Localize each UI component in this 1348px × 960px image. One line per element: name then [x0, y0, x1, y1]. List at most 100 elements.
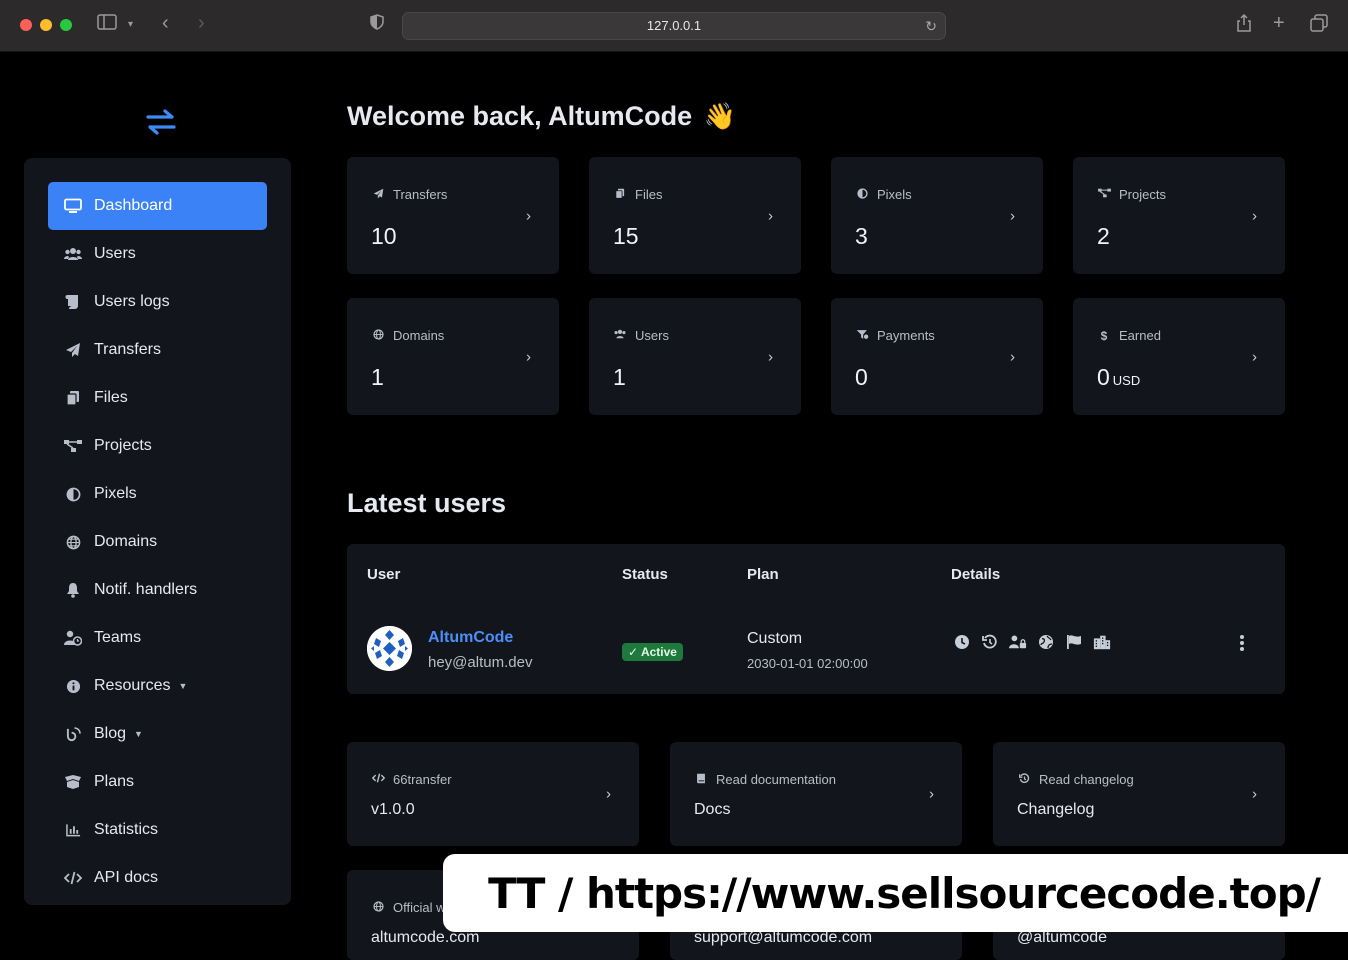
sidebar-item-label: Files — [94, 389, 128, 406]
new-tab-icon[interactable]: + — [1273, 12, 1285, 34]
chevron-right-icon: › — [1252, 785, 1257, 803]
stat-card-transfers[interactable]: Transfers 10 › — [347, 157, 559, 274]
sidebar-item-users[interactable]: Users — [48, 230, 267, 278]
stat-label: Projects — [1119, 187, 1166, 202]
city-icon[interactable] — [1093, 633, 1111, 651]
scroll-icon — [64, 293, 82, 311]
sidebar-item-blog[interactable]: Blog ▼ — [48, 710, 267, 758]
chevron-right-icon: › — [768, 348, 773, 365]
user-clock-icon — [64, 629, 82, 647]
shield-icon[interactable] — [370, 14, 384, 37]
address-bar[interactable]: 127.0.0.1 ↻ — [402, 12, 946, 40]
sidebar-item-pixels[interactable]: Pixels — [48, 470, 267, 518]
welcome-text: Welcome back, AltumCode — [347, 101, 693, 131]
forward-icon[interactable]: › — [198, 12, 205, 34]
chevron-down-icon[interactable]: ▾ — [128, 14, 133, 36]
paper-plane-icon — [371, 188, 385, 202]
stat-card-files[interactable]: Files 15 › — [589, 157, 801, 274]
check-icon: ✓ — [628, 645, 639, 659]
page-title: Welcome back, AltumCode 👋 — [347, 101, 736, 132]
sidebar-item-label: Projects — [94, 437, 152, 454]
info-value: Changelog — [1017, 801, 1095, 818]
sidebar-item-users-logs[interactable]: Users logs — [48, 278, 267, 326]
logo-icon[interactable] — [145, 107, 177, 137]
info-circle-icon — [64, 677, 82, 695]
sidebar-item-domains[interactable]: Domains — [48, 518, 267, 566]
stat-value: 0 USD — [1097, 364, 1140, 391]
stat-card-earned[interactable]: $ Earned 0 USD › — [1073, 298, 1285, 415]
more-options-icon[interactable] — [1237, 633, 1247, 653]
sidebar-item-label: Transfers — [94, 341, 161, 358]
blog-icon — [64, 725, 82, 743]
info-card-changelog[interactable]: Read changelog Changelog › — [993, 742, 1285, 846]
bell-icon — [64, 581, 82, 599]
stat-card-pixels[interactable]: Pixels 3 › — [831, 157, 1043, 274]
reload-icon[interactable]: ↻ — [925, 13, 937, 39]
chevron-right-icon: › — [768, 207, 773, 224]
stat-value: 2 — [1097, 223, 1110, 249]
stat-value: 15 — [613, 223, 639, 249]
stat-unit: USD — [1112, 373, 1141, 388]
globe-icon — [64, 533, 82, 551]
sidebar-item-label: Users logs — [94, 293, 170, 310]
flag-icon[interactable] — [1065, 633, 1083, 651]
sidebar-item-projects[interactable]: Projects — [48, 422, 267, 470]
sidebar-item-dashboard[interactable]: Dashboard — [48, 182, 267, 230]
clock-icon[interactable] — [953, 633, 971, 651]
chart-bar-icon — [64, 821, 82, 839]
funnel-dollar-icon — [855, 329, 869, 343]
sidebar-item-label: Dashboard — [94, 197, 173, 214]
status-text: Active — [640, 645, 677, 659]
stat-card-projects[interactable]: Projects 2 › — [1073, 157, 1285, 274]
back-icon[interactable]: ‹ — [162, 12, 169, 34]
stat-card-payments[interactable]: Payments 0 › — [831, 298, 1043, 415]
sidebar-item-api-docs[interactable]: API docs — [48, 854, 267, 902]
user-details-icons — [953, 633, 1111, 651]
dollar-icon: $ — [1100, 328, 1108, 343]
sidebar-item-plans[interactable]: Plans — [48, 758, 267, 806]
plan-expiry: 2030-01-01 02:00:00 — [747, 656, 868, 671]
chevron-right-icon: › — [1252, 348, 1257, 365]
users-icon — [613, 329, 627, 342]
project-diagram-icon — [1097, 188, 1111, 201]
stat-label: Files — [635, 187, 663, 202]
sidebar-item-label: Resources — [94, 677, 171, 694]
plan-name: Custom — [747, 630, 803, 647]
column-header-status: Status — [622, 566, 668, 583]
user-name-link[interactable]: AltumCode — [428, 629, 513, 647]
stat-card-domains[interactable]: Domains 1 › — [347, 298, 559, 415]
globe-icon[interactable] — [1037, 633, 1055, 651]
users-table: User Status Plan Details AltumCode hey@a… — [347, 544, 1285, 694]
adjust-icon — [855, 187, 869, 202]
column-header-details: Details — [951, 566, 1001, 583]
waving-hand-icon: 👋 — [703, 101, 736, 131]
tabs-overview-icon[interactable] — [1310, 14, 1328, 39]
sidebar-item-transfers[interactable]: Transfers — [48, 326, 267, 374]
sidebar-item-notif-handlers[interactable]: Notif. handlers — [48, 566, 267, 614]
chevron-right-icon: › — [1252, 207, 1257, 224]
stat-value: 1 — [613, 364, 626, 390]
sidebar-item-resources[interactable]: Resources ▼ — [48, 662, 267, 710]
avatar[interactable] — [367, 626, 412, 671]
sidebar-toggle-icon[interactable] — [97, 14, 117, 37]
share-icon[interactable] — [1236, 13, 1252, 39]
sidebar-item-statistics[interactable]: Statistics — [48, 806, 267, 854]
sidebar-item-label: Pixels — [94, 485, 137, 502]
sidebar-item-teams[interactable]: Teams — [48, 614, 267, 662]
info-card-version[interactable]: 66transfer v1.0.0 › — [347, 742, 639, 846]
user-lock-icon[interactable] — [1009, 633, 1027, 651]
chevron-right-icon: › — [606, 785, 611, 803]
stat-card-users[interactable]: Users 1 › — [589, 298, 801, 415]
minimize-window-button[interactable] — [40, 19, 52, 31]
caret-down-icon: ▼ — [134, 729, 143, 739]
close-window-button[interactable] — [20, 19, 32, 31]
stat-number: 0 — [1097, 364, 1110, 390]
watermark-banner: TT / https://www.sellsourcecode.top/ — [443, 854, 1348, 932]
sidebar-item-files[interactable]: Files — [48, 374, 267, 422]
sidebar-item-label: Statistics — [94, 821, 159, 838]
zoom-window-button[interactable] — [60, 19, 72, 31]
history-icon[interactable] — [981, 633, 999, 651]
info-card-docs[interactable]: Read documentation Docs › — [670, 742, 962, 846]
url-text: 127.0.0.1 — [646, 18, 702, 33]
sidebar-item-label: Domains — [94, 533, 158, 550]
